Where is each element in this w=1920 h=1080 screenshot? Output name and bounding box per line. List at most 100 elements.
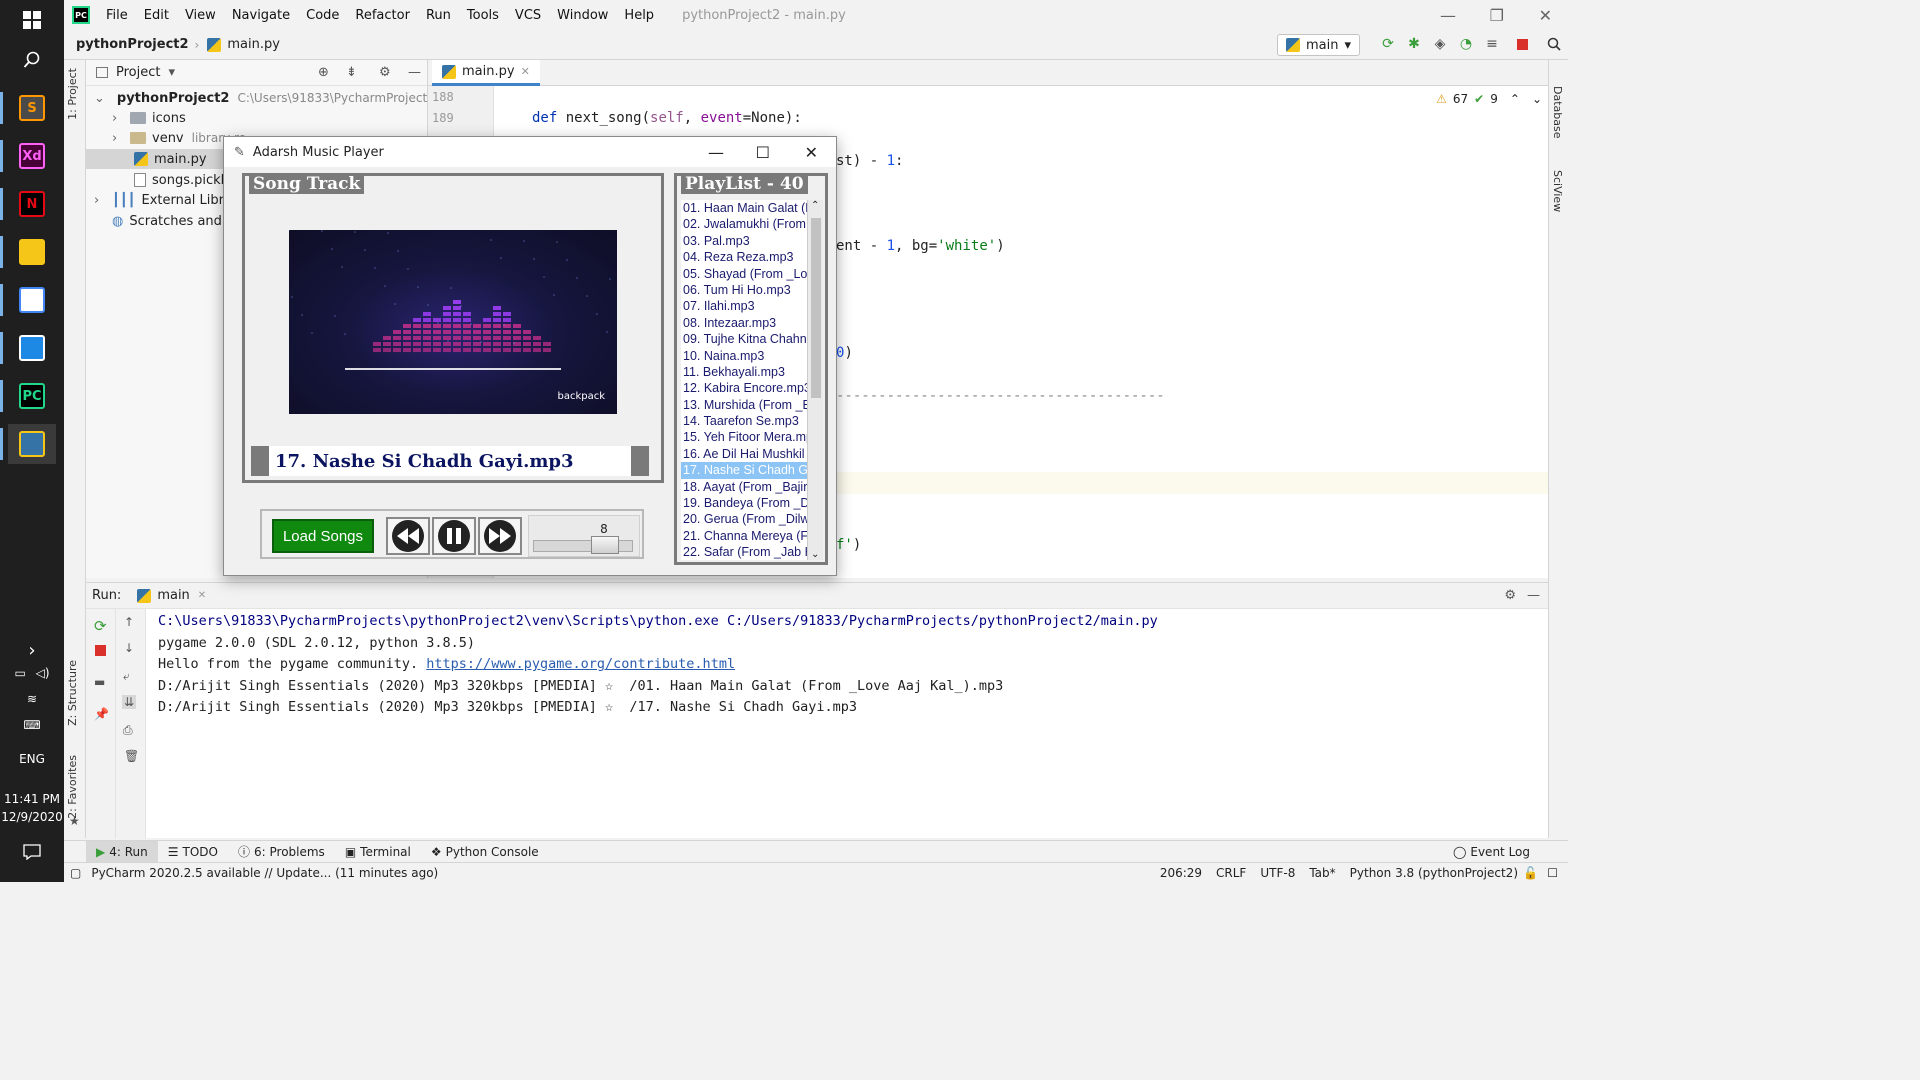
chevron-right-icon[interactable]: › bbox=[112, 131, 124, 146]
breadcrumb-file[interactable]: main.py bbox=[227, 37, 280, 52]
collapse-all-icon[interactable]: ⇟ bbox=[346, 65, 357, 80]
tool-tab-todo[interactable]: ☰ TODO bbox=[158, 841, 228, 863]
chevron-up-icon[interactable]: ⌃ bbox=[1510, 92, 1520, 106]
playlist-item[interactable]: 11. Bekhayali.mp3 bbox=[681, 364, 807, 380]
sciview-tool-tab[interactable]: SciView bbox=[1551, 170, 1564, 212]
editor-tab-main-py[interactable]: main.py ✕ bbox=[432, 60, 540, 86]
keyboard-icon[interactable]: ⌨ bbox=[0, 718, 64, 732]
playlist-item[interactable]: 08. Intezaar.mp3 bbox=[681, 315, 807, 331]
playlist-item[interactable]: 22. Safar (From _Jab Ha bbox=[681, 544, 807, 560]
playlist-listbox[interactable]: 01. Haan Main Galat (F 02. Jwalamukhi (Fr… bbox=[681, 200, 807, 560]
layout-icon[interactable]: ▬ bbox=[94, 675, 105, 689]
status-message[interactable]: PyCharm 2020.2.5 available // Update... … bbox=[91, 866, 438, 880]
taskbar-app-sublime-text[interactable]: S bbox=[0, 88, 56, 128]
menu-navigate[interactable]: Navigate bbox=[224, 8, 298, 23]
scrollbar-thumb[interactable] bbox=[811, 218, 821, 398]
tray-battery-volume[interactable]: ▭ ◁) bbox=[0, 666, 64, 680]
indent-setting[interactable]: Tab* bbox=[1309, 866, 1335, 880]
rerun-icon[interactable]: ⟳ bbox=[94, 617, 107, 635]
pause-button[interactable] bbox=[432, 517, 476, 555]
build-icon[interactable]: ≡ bbox=[1484, 36, 1500, 52]
volume-handle[interactable] bbox=[590, 536, 619, 554]
profile-icon[interactable]: ◔ bbox=[1458, 36, 1474, 52]
arrow-up-icon[interactable]: ↑ bbox=[124, 615, 134, 629]
layout-toggle-icon[interactable]: ▢ bbox=[70, 866, 81, 880]
notifications-button[interactable] bbox=[8, 832, 56, 872]
taskbar-app-file-explorer[interactable] bbox=[0, 232, 56, 272]
maximize-icon[interactable]: ☐ bbox=[756, 143, 770, 162]
playlist-item[interactable]: 12. Kabira Encore.mp3 bbox=[681, 380, 807, 396]
restore-icon[interactable]: ❐ bbox=[1490, 6, 1504, 25]
wifi-icon[interactable]: ≋ bbox=[0, 692, 64, 706]
minimize-icon[interactable]: — bbox=[1440, 6, 1456, 25]
caret-position[interactable]: 206:29 bbox=[1160, 866, 1202, 880]
pygame-contribute-link[interactable]: https://www.pygame.org/contribute.html bbox=[426, 656, 735, 672]
coverage-icon[interactable]: ◈ bbox=[1432, 36, 1448, 52]
menu-view[interactable]: View bbox=[177, 8, 224, 23]
playlist-item[interactable]: 15. Yeh Fitoor Mera.mp bbox=[681, 429, 807, 445]
playlist-item[interactable]: 13. Murshida (From _Be bbox=[681, 397, 807, 413]
playlist-item[interactable]: 21. Channa Mereya (Fro bbox=[681, 528, 807, 544]
project-view-selector[interactable]: Project bbox=[116, 65, 160, 80]
chevron-right-icon[interactable]: › bbox=[94, 193, 106, 208]
locate-icon[interactable]: ⊕ bbox=[318, 65, 329, 80]
close-icon[interactable]: ✕ bbox=[1539, 6, 1552, 25]
menu-vcs[interactable]: VCS bbox=[507, 8, 549, 23]
menu-edit[interactable]: Edit bbox=[136, 8, 177, 23]
search-button[interactable] bbox=[8, 40, 56, 80]
playlist-item[interactable]: 14. Taarefon Se.mp3 bbox=[681, 413, 807, 429]
playlist-item[interactable]: 06. Tum Hi Ho.mp3 bbox=[681, 282, 807, 298]
close-tab-icon[interactable]: ✕ bbox=[521, 65, 530, 78]
playlist-item[interactable]: 18. Aayat (From _Bajira bbox=[681, 479, 807, 495]
taskbar-app-pycharm[interactable]: PC bbox=[0, 376, 56, 416]
notification-icon[interactable]: ☐ bbox=[1547, 866, 1558, 880]
menu-code[interactable]: Code bbox=[298, 8, 347, 23]
run-tab-main[interactable]: main bbox=[157, 588, 189, 603]
volume-slider[interactable]: 8 bbox=[528, 515, 640, 557]
scroll-to-end-icon[interactable]: ⇊ bbox=[122, 695, 137, 709]
menu-file[interactable]: File bbox=[98, 8, 136, 23]
scroll-down-icon[interactable]: ⌄ bbox=[811, 549, 819, 560]
next-button[interactable] bbox=[478, 517, 522, 555]
menu-run[interactable]: Run bbox=[418, 8, 459, 23]
debug-icon[interactable]: ✱ bbox=[1406, 36, 1422, 52]
taskbar-app-netflix[interactable]: N bbox=[0, 184, 56, 224]
close-icon[interactable]: ✕ bbox=[805, 143, 818, 162]
structure-tool-tab[interactable]: Z: Structure bbox=[66, 660, 79, 726]
tool-tab-terminal[interactable]: ▣ Terminal bbox=[335, 841, 421, 863]
pin-icon[interactable]: 📌 bbox=[94, 707, 109, 721]
playlist-item[interactable]: 07. Ilahi.mp3 bbox=[681, 298, 807, 314]
print-icon[interactable]: ⎙ bbox=[123, 723, 133, 738]
stop-icon[interactable] bbox=[95, 645, 106, 656]
language-indicator[interactable]: ENG bbox=[0, 752, 64, 766]
playlist-item[interactable]: 01. Haan Main Galat (F bbox=[681, 200, 807, 216]
search-everywhere-icon[interactable] bbox=[1546, 36, 1562, 52]
menu-tools[interactable]: Tools bbox=[459, 8, 507, 23]
previous-button[interactable] bbox=[386, 517, 430, 555]
gear-icon[interactable]: ⚙ bbox=[1504, 588, 1516, 603]
tool-tab-python-console[interactable]: ❖ Python Console bbox=[421, 841, 549, 863]
clock-time[interactable]: 11:41 PM bbox=[0, 792, 64, 806]
show-hidden-icons-button[interactable]: › bbox=[8, 630, 56, 670]
chevron-down-icon[interactable]: ⌄ bbox=[1532, 92, 1542, 106]
taskbar-app-adobe-xd[interactable]: Xd bbox=[0, 136, 56, 176]
project-tool-tab[interactable]: 1: Project bbox=[66, 68, 79, 120]
soft-wrap-icon[interactable]: ⤶ bbox=[123, 669, 130, 684]
python-interpreter[interactable]: Python 3.8 (pythonProject2) bbox=[1350, 866, 1518, 880]
menu-window[interactable]: Window bbox=[549, 8, 616, 23]
playlist-item[interactable]: 10. Naina.mp3 bbox=[681, 348, 807, 364]
gear-icon[interactable]: ⚙ bbox=[379, 65, 391, 80]
scroll-up-icon[interactable]: ⌃ bbox=[811, 200, 819, 211]
close-tab-icon[interactable]: ✕ bbox=[198, 590, 206, 601]
lock-icon[interactable]: 🔓 bbox=[1523, 866, 1538, 880]
line-separator[interactable]: CRLF bbox=[1216, 866, 1246, 880]
favorites-tool-tab[interactable]: 2: Favorites bbox=[66, 755, 79, 819]
clock-date[interactable]: 12/9/2020 bbox=[0, 810, 64, 824]
playlist-item[interactable]: 17. Nashe Si Chadh Ga bbox=[681, 462, 807, 479]
menu-help[interactable]: Help bbox=[616, 8, 662, 23]
tree-item-icons[interactable]: › icons bbox=[86, 108, 428, 128]
playlist-item[interactable]: 03. Pal.mp3 bbox=[681, 233, 807, 249]
playlist-scrollbar[interactable]: ⌃ ⌄ bbox=[807, 200, 823, 560]
inspection-widget[interactable]: ⚠ 67 ✔ 9 ⌃ ⌄ bbox=[1436, 92, 1542, 106]
playlist-item[interactable]: 19. Bandeya (From _Dil bbox=[681, 495, 807, 511]
